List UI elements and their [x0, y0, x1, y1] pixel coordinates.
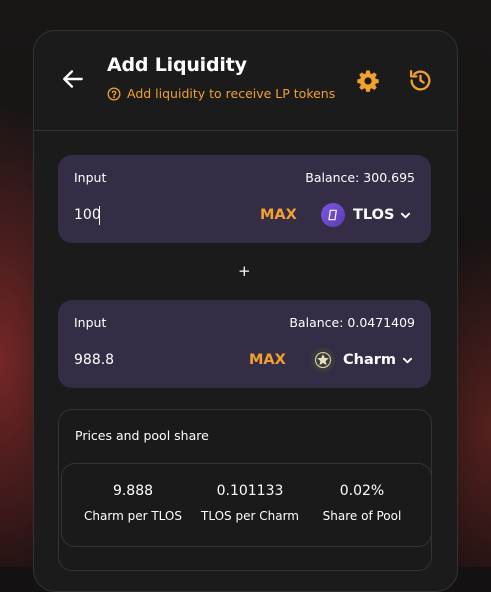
page-subtitle: Add liquidity to receive LP tokens: [107, 86, 335, 101]
input-label: Input: [74, 315, 107, 330]
balance-text: Balance: 300.695: [305, 170, 415, 185]
settings-gear-icon[interactable]: [356, 69, 380, 93]
back-arrow-icon[interactable]: [60, 66, 86, 92]
token-name: TLOS: [353, 207, 395, 223]
page-title: Add Liquidity: [107, 54, 247, 76]
plus-separator: +: [238, 262, 251, 280]
input-panel-tlos: Input Balance: 300.695 MAX TLOS: [58, 155, 431, 243]
input-panel-charm: Input Balance: 0.0471409 MAX Charm: [58, 300, 431, 388]
add-liquidity-card: Add Liquidity Add liquidity to receive L…: [33, 30, 458, 592]
charm-logo-icon: [311, 348, 335, 372]
balance-text: Balance: 0.0471409: [289, 315, 415, 330]
max-button[interactable]: MAX: [249, 352, 286, 368]
token-selector-tlos[interactable]: TLOS: [321, 201, 411, 229]
subtitle-text: Add liquidity to receive LP tokens: [127, 86, 336, 101]
stat-value: 0.02%: [339, 483, 385, 499]
tlos-logo-icon: [321, 203, 345, 227]
stat-label: Share of Pool: [322, 509, 402, 523]
prices-pool-share-box: Prices and pool share 9.888 Charm per TL…: [58, 409, 432, 571]
card-header: Add Liquidity Add liquidity to receive L…: [34, 31, 457, 131]
stat-value: 0.101133: [216, 483, 284, 499]
stat-label: TLOS per Charm: [201, 509, 299, 523]
stat-share-of-pool: 0.02% Share of Pool: [307, 483, 417, 523]
prices-stats: 9.888 Charm per TLOS 0.101133 TLOS per C…: [61, 463, 432, 547]
prices-title: Prices and pool share: [75, 428, 209, 443]
text-caret: [99, 206, 100, 225]
history-icon[interactable]: [408, 68, 433, 93]
amount-input-tlos[interactable]: [74, 205, 214, 225]
chevron-down-icon: [402, 357, 413, 363]
help-circle-icon[interactable]: [107, 87, 121, 101]
stat-charm-per-tlos: 9.888 Charm per TLOS: [78, 483, 188, 523]
stat-label: Charm per TLOS: [84, 509, 182, 523]
amount-input-charm[interactable]: [74, 350, 214, 370]
token-name: Charm: [343, 352, 397, 368]
stat-value: 9.888: [112, 483, 154, 499]
stat-tlos-per-charm: 0.101133 TLOS per Charm: [195, 483, 305, 523]
input-label: Input: [74, 170, 107, 185]
token-selector-charm[interactable]: Charm: [311, 346, 413, 374]
chevron-down-icon: [401, 212, 411, 218]
max-button[interactable]: MAX: [260, 207, 297, 223]
